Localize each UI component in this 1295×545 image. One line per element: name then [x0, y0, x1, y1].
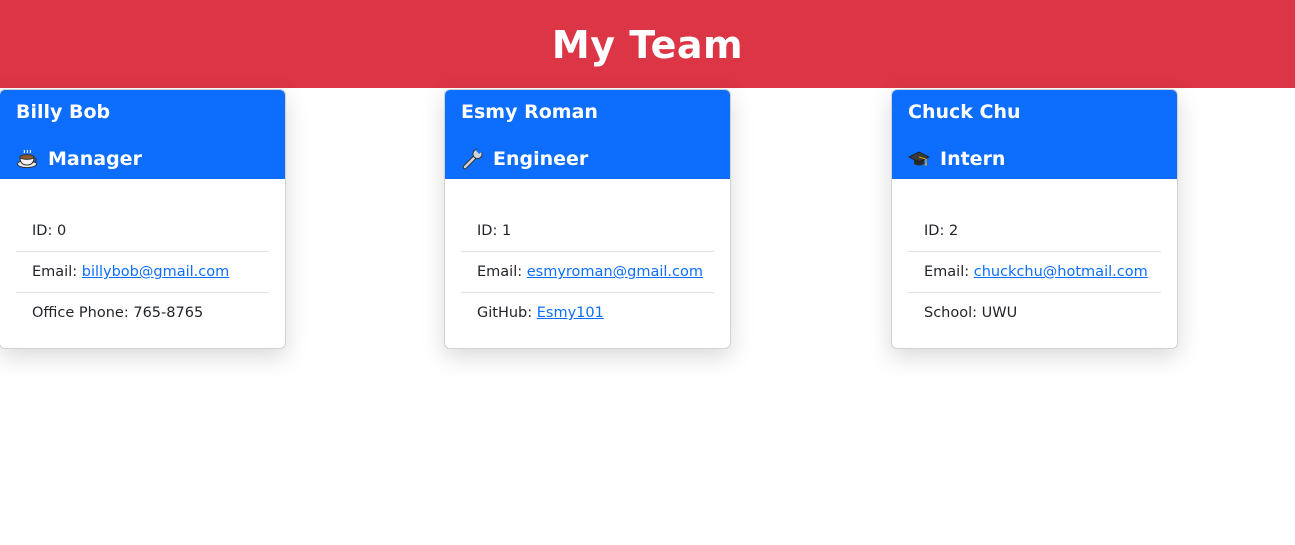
id-value: 2	[948, 223, 959, 239]
employee-card-intern: Chuck Chu Intern ID: 2 Email: chuckchu@h…	[891, 89, 1178, 349]
id-label: ID:	[32, 223, 57, 239]
email-label: Email:	[32, 264, 82, 280]
employee-id: ID: 1	[461, 211, 714, 252]
email-link[interactable]: esmyroman@gmail.com	[527, 264, 703, 280]
employee-school: School: UWU	[908, 293, 1161, 333]
id-value: 1	[501, 223, 512, 239]
id-value: 0	[56, 223, 67, 239]
employee-name: Esmy Roman	[461, 101, 598, 123]
office-phone-value: 765-8765	[133, 305, 204, 321]
employee-name: Chuck Chu	[908, 101, 1021, 123]
employee-card-engineer: Esmy Roman Engineer ID: 1 Email: esmyrom…	[444, 89, 731, 349]
id-label: ID:	[477, 223, 502, 239]
email-label: Email:	[924, 264, 974, 280]
id-label: ID:	[924, 223, 949, 239]
card-body: ID: 1 Email: esmyroman@gmail.com GitHub:…	[445, 179, 730, 333]
employee-role: Manager	[16, 147, 269, 171]
email-link[interactable]: billybob@gmail.com	[82, 264, 230, 280]
employee-office-phone: Office Phone: 765-8765	[16, 293, 269, 333]
employee-role: Intern	[908, 147, 1161, 171]
page-header: My Team	[0, 0, 1295, 88]
page-title: My Team	[551, 23, 744, 67]
card-body: ID: 2 Email: chuckchu@hotmail.com School…	[892, 179, 1177, 333]
employee-card-manager: Billy Bob Manager ID: 0 Email: billybob@…	[0, 89, 286, 349]
card-header: Esmy Roman Engineer	[445, 90, 730, 179]
employee-role-label: Engineer	[493, 148, 589, 170]
employee-id: ID: 2	[908, 211, 1161, 252]
employee-id: ID: 0	[16, 211, 269, 252]
employee-role-label: Intern	[940, 148, 1006, 170]
email-link[interactable]: chuckchu@hotmail.com	[974, 264, 1148, 280]
employee-email: Email: billybob@gmail.com	[16, 252, 269, 293]
employee-email: Email: esmyroman@gmail.com	[461, 252, 714, 293]
coffee-cup-icon	[16, 148, 38, 170]
employee-role-label: Manager	[48, 148, 142, 170]
card-header: Billy Bob Manager	[0, 90, 285, 179]
employee-github: GitHub: Esmy101	[461, 293, 714, 333]
github-label: GitHub:	[477, 305, 537, 321]
card-header: Chuck Chu Intern	[892, 90, 1177, 179]
office-phone-label: Office Phone:	[32, 305, 134, 321]
school-label: School:	[924, 305, 982, 321]
email-label: Email:	[477, 264, 527, 280]
employee-name: Billy Bob	[16, 101, 111, 123]
employee-email: Email: chuckchu@hotmail.com	[908, 252, 1161, 293]
github-link[interactable]: Esmy101	[537, 305, 604, 321]
wrench-icon	[461, 147, 483, 170]
card-body: ID: 0 Email: billybob@gmail.com Office P…	[0, 179, 285, 333]
employee-role: Engineer	[461, 147, 714, 171]
school-value: UWU	[981, 305, 1018, 321]
graduation-cap-icon	[908, 148, 930, 170]
